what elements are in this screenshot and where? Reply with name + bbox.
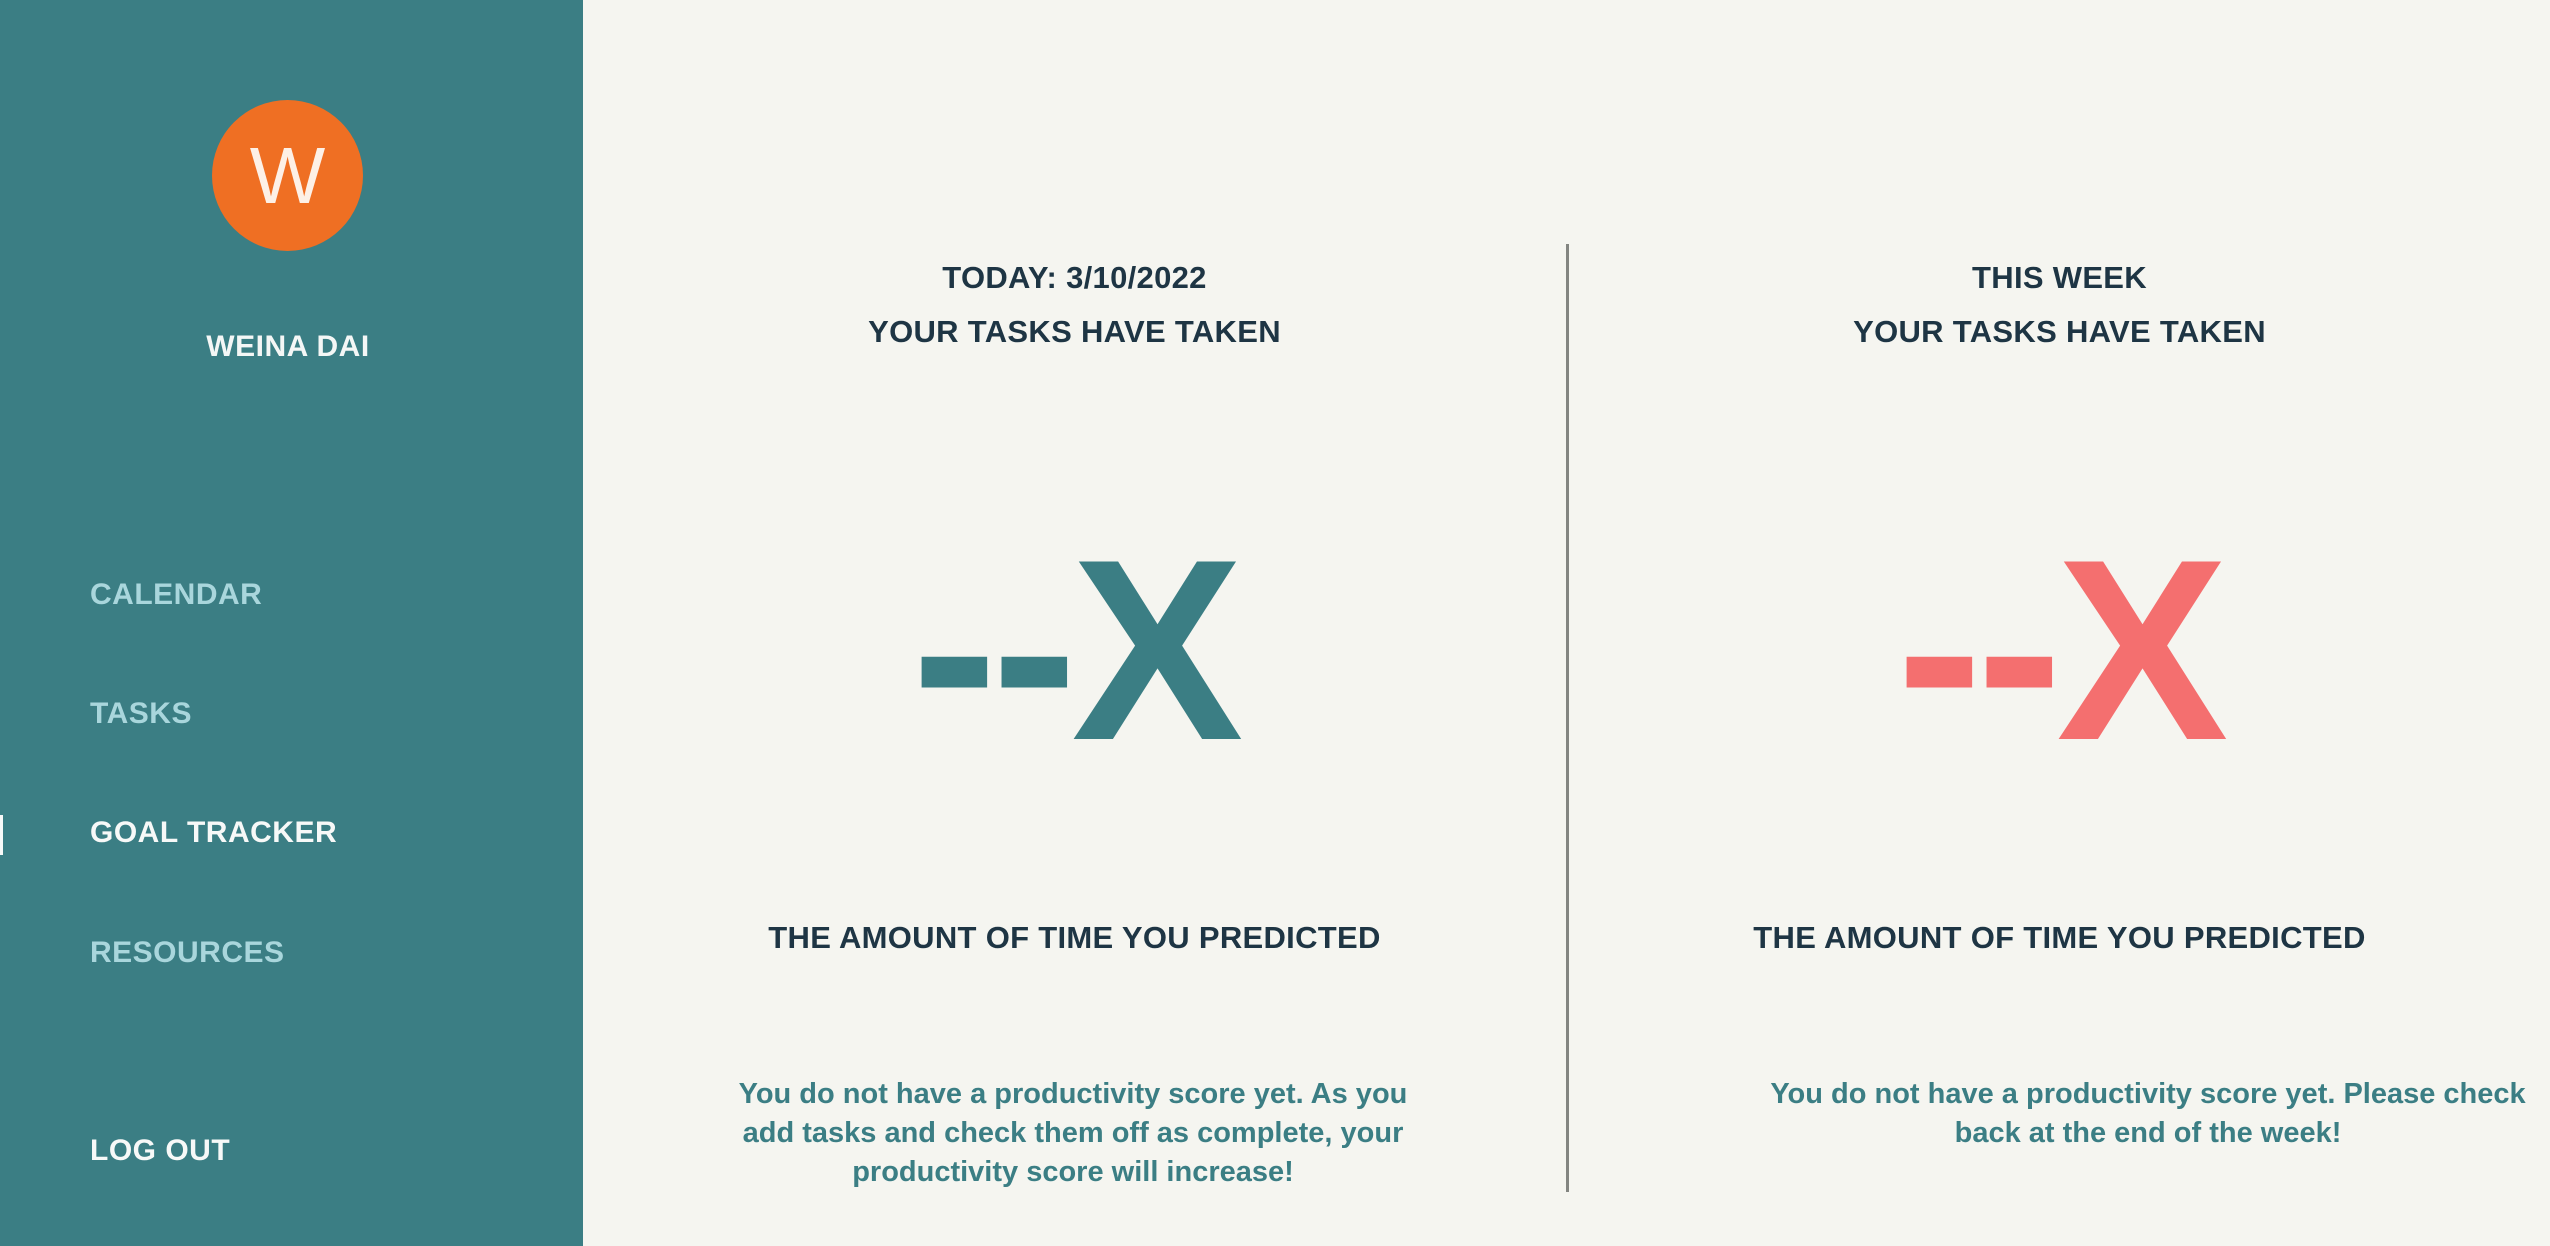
today-productivity-ratio: --X: [911, 505, 1244, 794]
today-panel: TODAY: 3/10/2022 YOUR TASKS HAVE TAKEN -…: [583, 0, 1566, 1246]
week-productivity-message: You do not have a productivity score yet…: [1770, 1078, 2526, 1149]
week-period-heading: THIS WEEK: [1972, 260, 2147, 295]
today-predicted-heading: THE AMOUNT OF TIME YOU PREDICTED: [768, 920, 1381, 955]
user-name: WEINA DAI: [206, 330, 370, 363]
today-taken-heading: YOUR TASKS HAVE TAKEN: [868, 314, 1281, 349]
sidebar: W WEINA DAI CALENDAR TASKS GOAL TRACKER …: [0, 0, 583, 1246]
nav-item-resources[interactable]: RESOURCES: [90, 936, 285, 970]
week-productivity-ratio: --X: [1896, 505, 2229, 794]
nav-item-goal-tracker[interactable]: GOAL TRACKER: [90, 816, 337, 850]
app-root: W WEINA DAI CALENDAR TASKS GOAL TRACKER …: [0, 0, 2550, 1246]
week-predicted-heading: THE AMOUNT OF TIME YOU PREDICTED: [1753, 920, 2366, 955]
today-date-heading: TODAY: 3/10/2022: [942, 260, 1207, 295]
today-productivity-message: You do not have a productivity score yet…: [738, 1078, 1408, 1188]
week-panel: THIS WEEK YOUR TASKS HAVE TAKEN --X THE …: [1569, 0, 2550, 1246]
nav-item-tasks[interactable]: TASKS: [90, 697, 192, 731]
logout-button[interactable]: LOG OUT: [90, 1134, 230, 1168]
avatar[interactable]: W: [212, 100, 363, 251]
active-nav-indicator: [0, 815, 3, 855]
nav-item-calendar[interactable]: CALENDAR: [90, 578, 262, 612]
week-taken-heading: YOUR TASKS HAVE TAKEN: [1853, 314, 2266, 349]
